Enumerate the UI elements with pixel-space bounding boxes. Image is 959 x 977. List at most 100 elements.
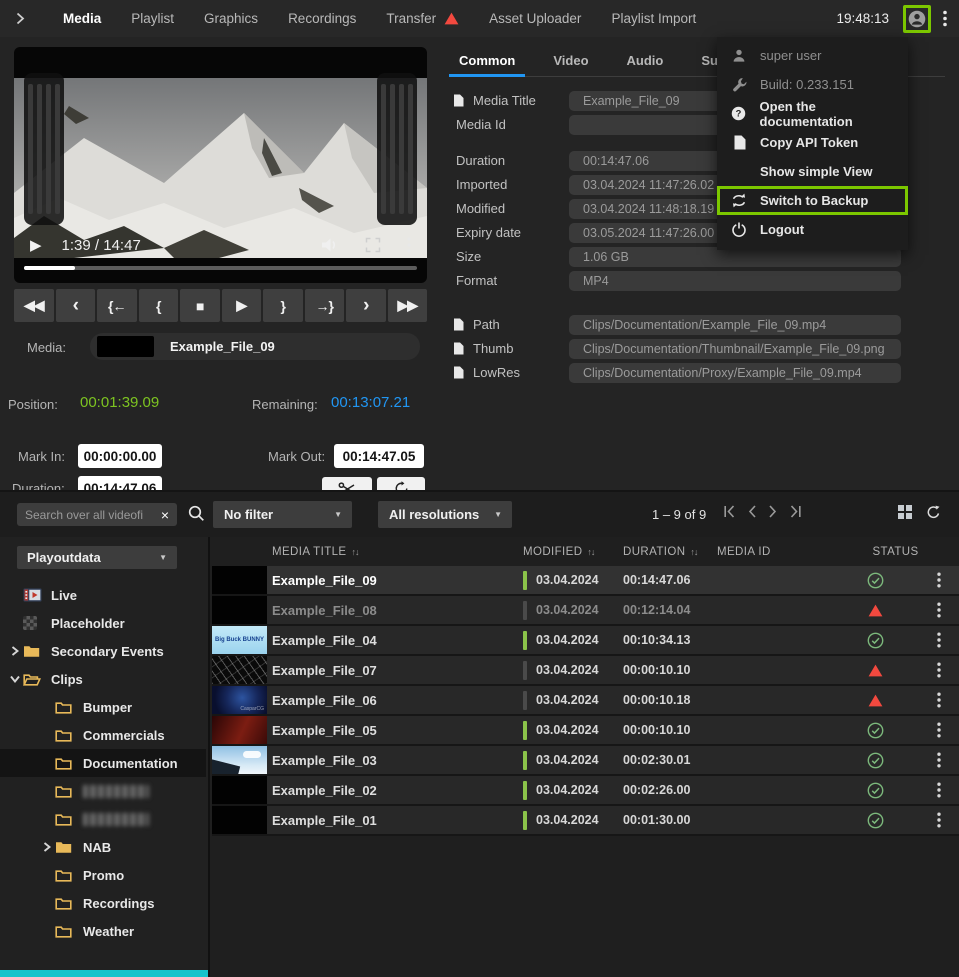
table-row-example-file-08[interactable]: Example_File_0803.04.202400:12:14.04	[212, 596, 959, 626]
field-value-format[interactable]: MP4	[569, 271, 901, 291]
tree-horizontal-scrollbar[interactable]	[0, 970, 208, 977]
tree-item-documentation[interactable]: Documentation	[0, 749, 206, 777]
tree-item-live[interactable]: Live	[0, 581, 206, 609]
row-kebab-icon[interactable]	[919, 722, 959, 738]
filter-dropdown[interactable]: No filter ▼	[213, 501, 352, 528]
set-mark-in-button[interactable]: {	[139, 289, 179, 322]
row-kebab-icon[interactable]	[919, 602, 959, 618]
fullscreen-icon[interactable]	[365, 237, 381, 253]
play-icon[interactable]: ▶	[30, 236, 42, 254]
loaded-media-pill[interactable]: Example_File_09	[90, 333, 420, 360]
row-kebab-icon[interactable]	[919, 782, 959, 798]
sidebar-expand-icon[interactable]	[16, 12, 25, 25]
nav-item-recordings[interactable]: Recordings	[288, 11, 356, 26]
row-kebab-icon[interactable]	[919, 752, 959, 768]
tree-item-nab[interactable]: NAB	[0, 833, 206, 861]
tab-audio[interactable]: Audio	[625, 50, 666, 76]
field-value-path[interactable]: Clips/Documentation/Example_File_09.mp4	[569, 315, 901, 335]
user-account-button[interactable]	[903, 5, 931, 33]
search-input[interactable]	[17, 508, 159, 522]
nav-item-graphics[interactable]: Graphics	[204, 11, 258, 26]
tree-item-secondary-events[interactable]: Secondary Events	[0, 637, 206, 665]
column-header-modified[interactable]: MODIFIED↑↓	[523, 546, 623, 558]
column-header-duration[interactable]: DURATION↑↓	[623, 546, 717, 558]
step-forward-button[interactable]: ›	[346, 289, 386, 322]
sort-icon[interactable]: ↑↓	[351, 547, 358, 557]
row-kebab-icon[interactable]	[919, 662, 959, 678]
nav-item-media[interactable]: Media	[63, 11, 101, 26]
nav-item-label: Playlist Import	[611, 11, 696, 26]
tree-item-redacted[interactable]	[0, 777, 206, 805]
table-row-example-file-07[interactable]: Example_File_0703.04.202400:00:10.10	[212, 656, 959, 686]
resolution-dropdown[interactable]: All resolutions ▼	[378, 501, 512, 528]
table-row-example-file-03[interactable]: Example_File_0303.04.202400:02:30.01	[212, 746, 959, 776]
menu-item-copy-api-token[interactable]: Copy API Token	[717, 128, 908, 157]
stop-button[interactable]: ■	[180, 289, 220, 322]
tree-item-recordings[interactable]: Recordings	[0, 889, 206, 917]
seek-bar[interactable]	[24, 266, 417, 270]
sort-icon[interactable]: ↑↓	[690, 547, 697, 557]
tree-item-weather[interactable]: Weather	[0, 917, 206, 945]
goto-mark-out-button[interactable]: →}	[305, 289, 345, 322]
grid-view-icon[interactable]	[898, 505, 912, 520]
goto-mark-in-button[interactable]: {←	[97, 289, 137, 322]
table-row-example-file-02[interactable]: Example_File_0203.04.202400:02:26.00	[212, 776, 959, 806]
tree-item-clips[interactable]: Clips	[0, 665, 206, 693]
page-next-icon[interactable]	[768, 505, 777, 518]
field-value-lowres[interactable]: Clips/Documentation/Proxy/Example_File_0…	[569, 363, 901, 383]
menu-item-open-the-documentation[interactable]: ?Open the documentation	[717, 99, 908, 128]
tab-video[interactable]: Video	[551, 50, 590, 76]
rewind-button[interactable]: ◀◀	[14, 289, 54, 322]
row-kebab-icon[interactable]	[919, 632, 959, 648]
play-button[interactable]: ▶	[222, 289, 262, 322]
field-value-thumb[interactable]: Clips/Documentation/Thumbnail/Example_Fi…	[569, 339, 901, 359]
row-kebab-icon[interactable]	[919, 692, 959, 708]
table-row-example-file-01[interactable]: Example_File_0103.04.202400:01:30.00	[212, 806, 959, 836]
page-prev-icon[interactable]	[748, 505, 757, 518]
search-icon[interactable]	[188, 505, 205, 522]
row-kebab-icon[interactable]	[919, 812, 959, 828]
menu-item-logout[interactable]: Logout	[717, 215, 908, 244]
tree-item-redacted[interactable]	[0, 805, 206, 833]
nav-item-asset-uploader[interactable]: Asset Uploader	[489, 11, 581, 26]
chevron-down-icon[interactable]	[6, 675, 23, 683]
sort-icon[interactable]: ↑↓	[587, 547, 594, 557]
menu-item-build-0-233-151[interactable]: Build: 0.233.151	[717, 70, 908, 99]
refresh-icon[interactable]	[926, 505, 941, 520]
more-options-kebab-icon[interactable]	[943, 10, 947, 27]
source-dropdown[interactable]: Playoutdata ▼	[17, 546, 177, 569]
video-player[interactable]: ▶ 1:39 / 14:47	[14, 47, 427, 283]
tree-item-placeholder[interactable]: Placeholder	[0, 609, 206, 637]
menu-item-show-simple-view[interactable]: Show simple View	[717, 157, 908, 186]
column-header-media-title[interactable]: MEDIA TITLE↑↓	[272, 546, 523, 558]
set-mark-out-button[interactable]: }	[263, 289, 303, 322]
nav-item-playlist-import[interactable]: Playlist Import	[611, 11, 696, 26]
step-back-button[interactable]: ‹	[56, 289, 96, 322]
page-first-icon[interactable]	[724, 505, 737, 518]
player-kebab-icon[interactable]	[407, 237, 411, 253]
close-icon[interactable]: ×	[159, 507, 177, 523]
table-row-example-file-05[interactable]: Example_File_0503.04.202400:00:10.10	[212, 716, 959, 746]
tab-common[interactable]: Common	[457, 50, 517, 76]
menu-item-switch-to-backup[interactable]: Switch to Backup	[717, 186, 908, 215]
tree-item-commercials[interactable]: Commercials	[0, 721, 206, 749]
fast-forward-button[interactable]: ▶▶	[388, 289, 428, 322]
mark-in-field[interactable]: 00:00:00.00	[78, 444, 162, 468]
page-last-icon[interactable]	[788, 505, 801, 518]
chevron-right-icon[interactable]	[38, 842, 55, 852]
mark-out-field[interactable]: 00:14:47.05	[334, 444, 424, 468]
tree-item-bumper[interactable]: Bumper	[0, 693, 206, 721]
field-value-size[interactable]: 1.06 GB	[569, 247, 901, 267]
nav-item-transfer[interactable]: Transfer	[386, 11, 459, 26]
table-row-example-file-06[interactable]: CasparCGExample_File_0603.04.202400:00:1…	[212, 686, 959, 716]
table-row-example-file-09[interactable]: Example_File_0903.04.202400:14:47.06	[212, 566, 959, 596]
menu-item-super-user[interactable]: super user	[717, 41, 908, 70]
table-row-example-file-04[interactable]: Big Buck BUNNYExample_File_0403.04.20240…	[212, 626, 959, 656]
row-kebab-icon[interactable]	[919, 572, 959, 588]
chevron-right-icon[interactable]	[6, 646, 23, 656]
tree-item-promo[interactable]: Promo	[0, 861, 206, 889]
row-modified-date: 03.04.2024	[536, 573, 599, 587]
nav-item-playlist[interactable]: Playlist	[131, 11, 174, 26]
volume-icon[interactable]	[321, 237, 339, 253]
tree-item-label: Bumper	[83, 700, 132, 715]
